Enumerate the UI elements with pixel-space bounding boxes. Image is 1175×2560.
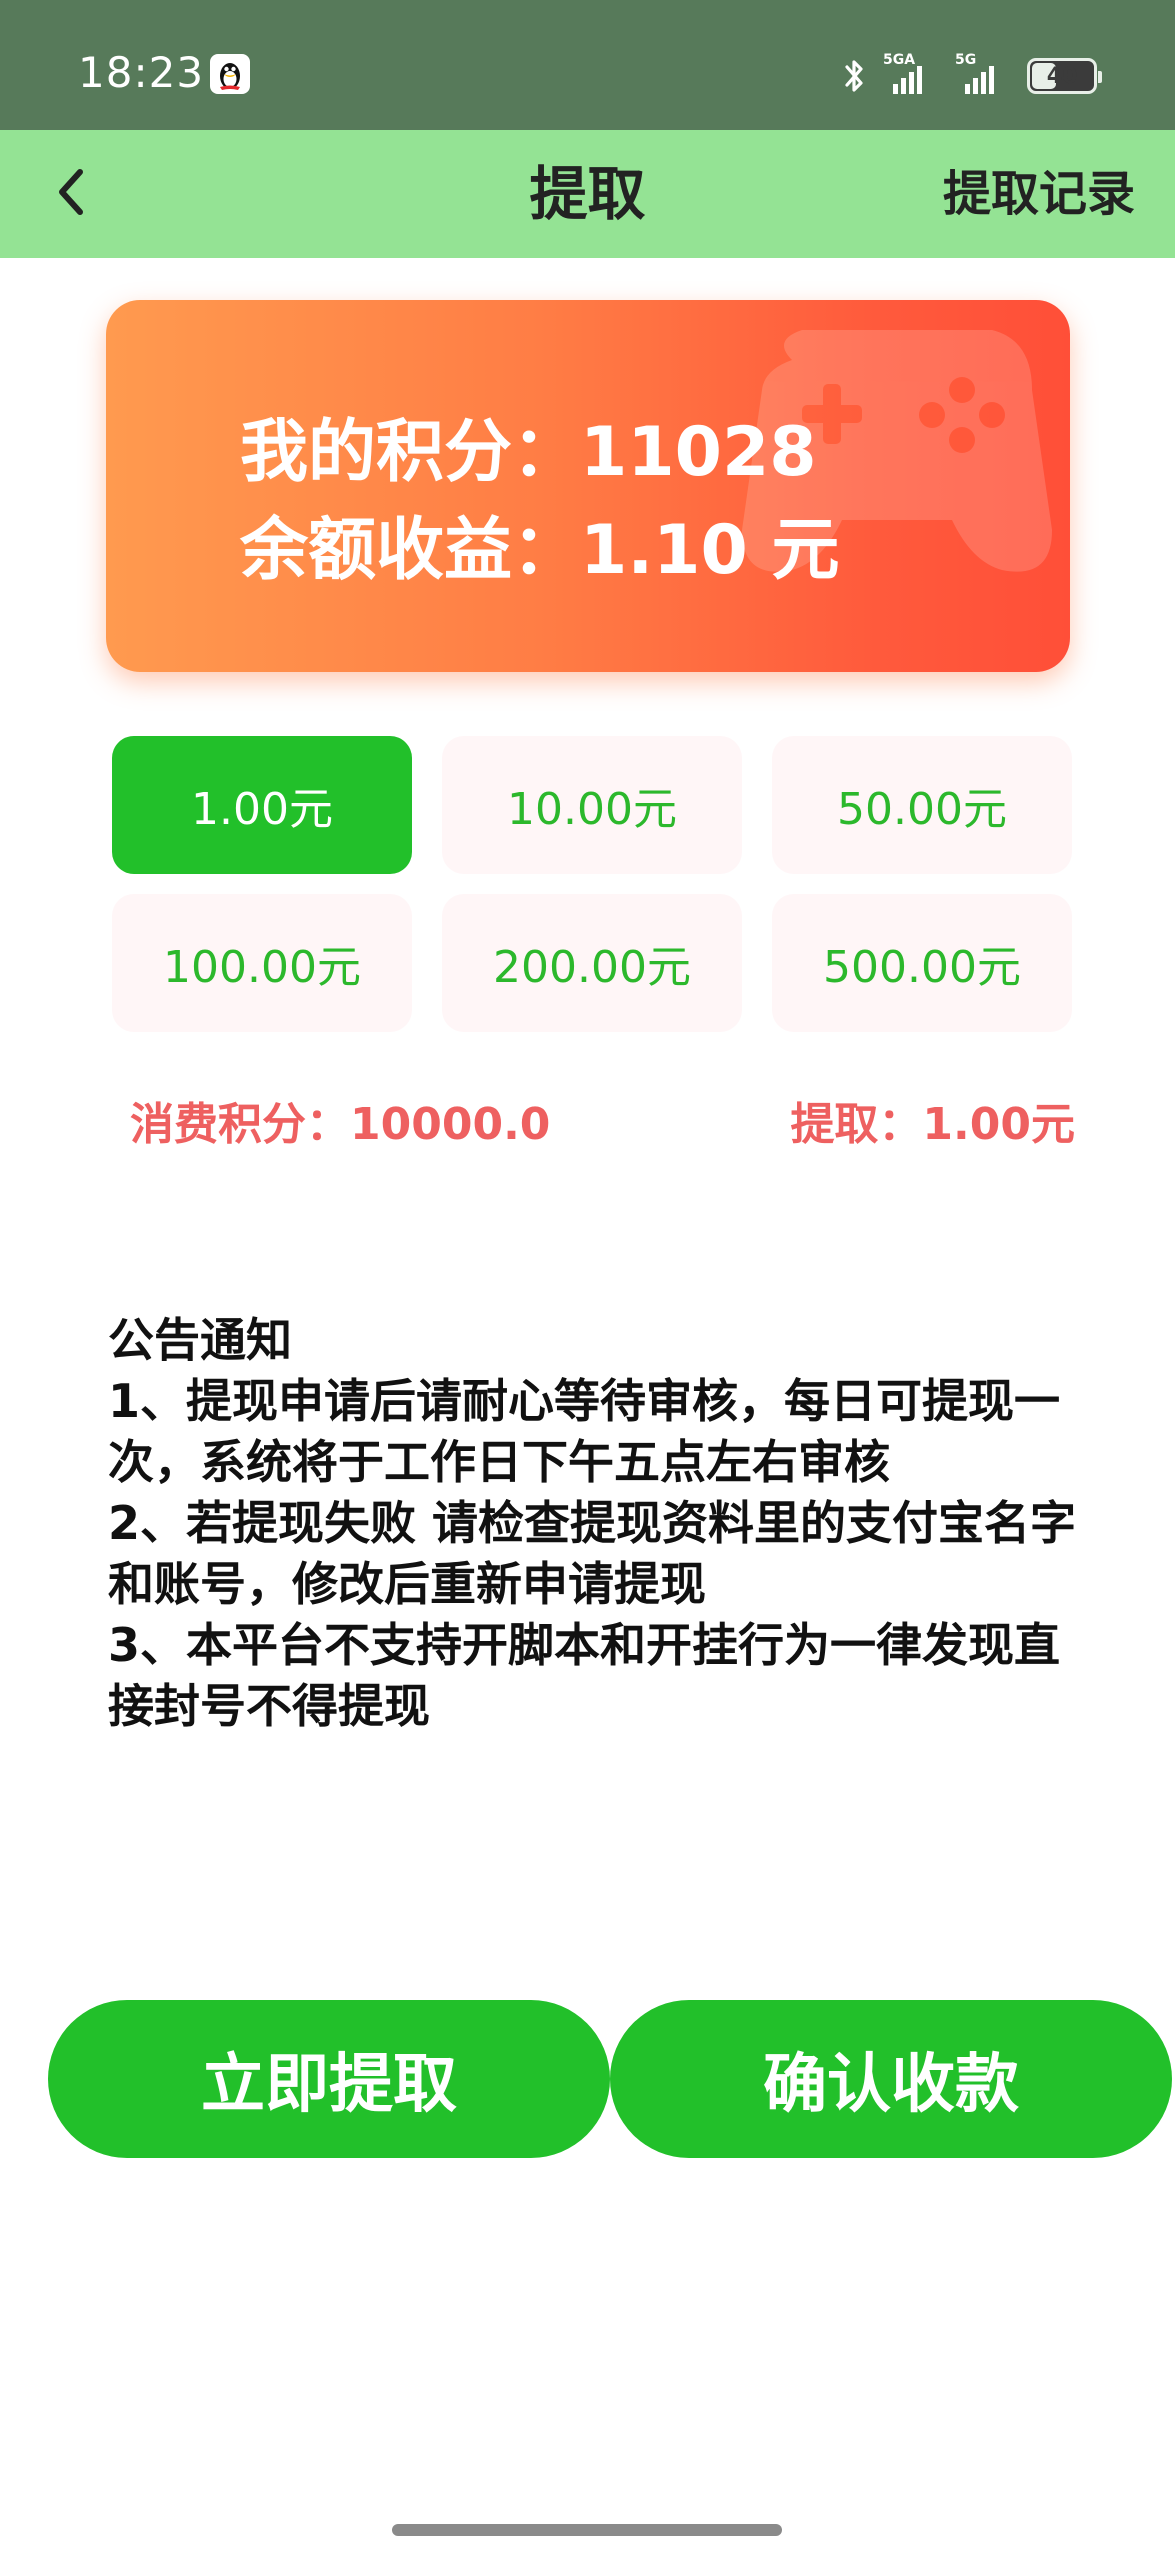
- battery-icon: 40: [1027, 58, 1102, 94]
- points-cost: 消费积分：10000.0: [130, 1099, 551, 1150]
- withdraw-summary: 消费积分：10000.0 提取：1.00元: [130, 1088, 1075, 1150]
- signal-5ga-icon: 5GA: [883, 52, 941, 98]
- amount-option-50[interactable]: 50.00元: [772, 736, 1072, 874]
- amount-option-200[interactable]: 200.00元: [442, 894, 742, 1032]
- confirm-receipt-button[interactable]: 确认收款: [610, 2000, 1172, 2158]
- points-total: 我的积分：11028: [240, 413, 817, 492]
- amount-option-500[interactable]: 500.00元: [772, 894, 1072, 1032]
- announcement-item-3: 3、本平台不支持开脚本和开挂行为一律发现直接封号不得提现: [108, 1618, 1061, 1733]
- balance-earnings: 余额收益：1.10 元: [240, 511, 840, 590]
- withdraw-now-button[interactable]: 立即提取: [48, 2000, 610, 2158]
- back-button[interactable]: [40, 152, 104, 232]
- qq-penguin-icon: [210, 54, 250, 94]
- bluetooth-icon: [839, 56, 869, 96]
- top-nav-bar: 提取 提取记录: [0, 130, 1175, 258]
- amount-option-10[interactable]: 10.00元: [442, 736, 742, 874]
- battery-percent: 40: [1046, 63, 1078, 89]
- withdraw-amount: 提取：1.00元: [790, 1099, 1075, 1150]
- announcement-title: 公告通知: [108, 1313, 292, 1367]
- status-time: 18:23: [78, 48, 205, 97]
- announcement-item-1: 1、提现申请后请耐心等待审核，每日可提现一次，系统将于工作日下午五点左右审核: [108, 1374, 1061, 1489]
- points-card: 我的积分：11028 余额收益：1.10 元: [106, 300, 1070, 672]
- amount-option-100[interactable]: 100.00元: [112, 894, 412, 1032]
- signal-5g-icon: 5G: [955, 52, 1013, 98]
- withdraw-records-link[interactable]: 提取记录: [943, 130, 1135, 258]
- chevron-left-icon: [59, 169, 83, 215]
- status-indicators: 5GA 5G 40: [839, 52, 1102, 98]
- amount-option-1[interactable]: 1.00元: [112, 736, 412, 874]
- announcement-item-2: 2、若提现失败 请检查提现资料里的支付宝名字和账号，修改后重新申请提现: [108, 1496, 1077, 1611]
- announcement: 公告通知 1、提现申请后请耐心等待审核，每日可提现一次，系统将于工作日下午五点左…: [108, 1310, 1088, 1737]
- status-bar: 18:23 5GA 5G 40: [0, 0, 1175, 130]
- home-indicator[interactable]: [392, 2524, 782, 2536]
